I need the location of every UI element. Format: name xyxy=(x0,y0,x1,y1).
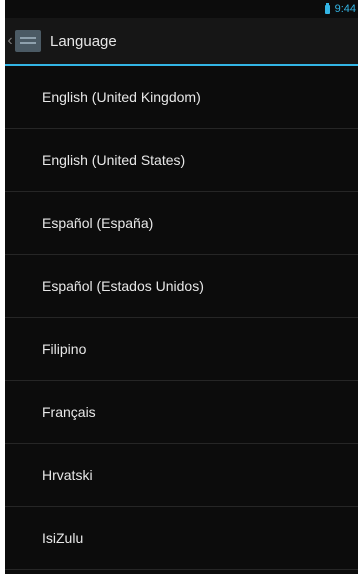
language-item-en-gb[interactable]: English (United Kingdom) xyxy=(5,66,358,129)
language-label: English (United States) xyxy=(42,152,186,168)
language-label: IsiZulu xyxy=(42,530,84,546)
language-list: English (United Kingdom) English (United… xyxy=(5,66,358,570)
action-bar[interactable]: ‹ Language xyxy=(5,18,358,66)
back-caret-icon[interactable]: ‹ xyxy=(5,32,15,50)
status-bar: 9:44 xyxy=(5,0,358,18)
language-item-es-es[interactable]: Español (España) xyxy=(5,192,358,255)
language-label: Español (España) xyxy=(42,215,154,231)
language-screen: 9:44 ‹ Language English (United Kingdom)… xyxy=(5,0,358,574)
battery-icon xyxy=(324,2,330,14)
language-label: Français xyxy=(42,404,96,420)
language-item-es-us[interactable]: Español (Estados Unidos) xyxy=(5,255,358,318)
language-item-fil[interactable]: Filipino xyxy=(5,318,358,381)
language-label: Hrvatski xyxy=(42,467,93,483)
language-item-fr[interactable]: Français xyxy=(5,381,358,444)
settings-app-icon[interactable] xyxy=(15,30,41,52)
page-title: Language xyxy=(50,32,117,50)
language-label: Español (Estados Unidos) xyxy=(42,278,204,294)
language-item-hr[interactable]: Hrvatski xyxy=(5,444,358,507)
language-item-zu[interactable]: IsiZulu xyxy=(5,507,358,570)
status-time: 9:44 xyxy=(334,3,356,15)
language-label: English (United Kingdom) xyxy=(42,89,201,105)
language-item-en-us[interactable]: English (United States) xyxy=(5,129,358,192)
language-label: Filipino xyxy=(42,341,87,357)
